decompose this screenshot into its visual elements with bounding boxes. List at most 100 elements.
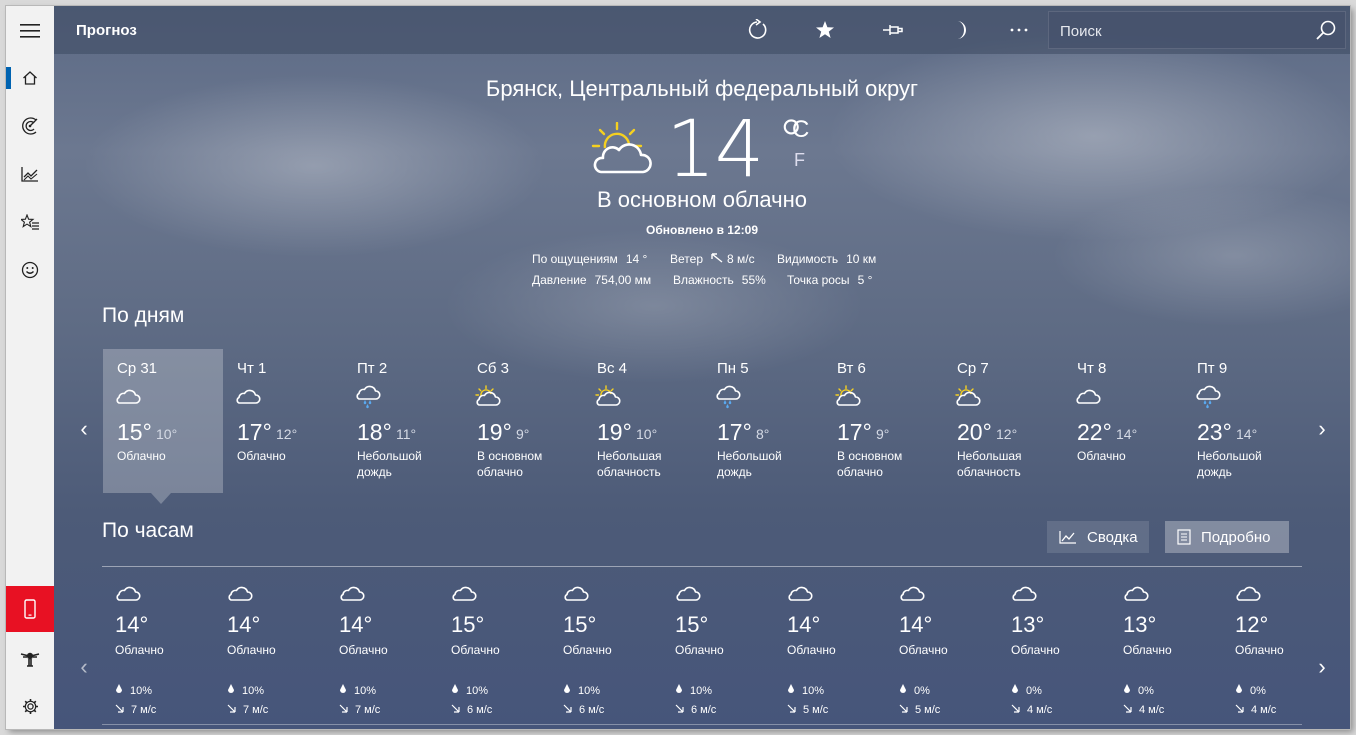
daily-next-chevron-icon[interactable]: › <box>1312 416 1332 442</box>
search-input[interactable] <box>1049 12 1312 50</box>
raindrop-icon <box>564 684 570 693</box>
pin-icon[interactable] <box>878 18 908 42</box>
more-options-icon[interactable] <box>1004 18 1034 42</box>
stat-value: 14 ° <box>625 252 648 266</box>
bottom-divider <box>102 724 1302 725</box>
hour-temp: 15° <box>451 612 485 637</box>
aircraft-radio-icon[interactable] <box>6 635 54 681</box>
cloud-icon <box>451 582 477 607</box>
summary-label: Сводка <box>1087 528 1138 546</box>
hour-precip: 10% <box>227 684 264 697</box>
radar-icon[interactable] <box>6 103 54 149</box>
current-condition: В основном облачно <box>597 187 807 212</box>
day-card[interactable]: Сб 3 19° 9° В основном облачно <box>463 349 583 493</box>
day-card[interactable]: Ср 31 15° 10° Облачно <box>103 349 223 493</box>
phone-app-icon[interactable] <box>6 586 54 632</box>
day-low-temp: 9° <box>516 426 530 442</box>
summary-button[interactable]: Сводка <box>1047 521 1149 553</box>
rain-icon <box>355 385 381 414</box>
day-high-temp: 19° <box>597 419 632 445</box>
day-low-temp: 10° <box>636 426 658 442</box>
hour-precip: 10% <box>675 684 712 697</box>
daily-prev-chevron-icon[interactable]: ‹ <box>74 416 94 442</box>
day-card[interactable]: Ср 7 20° 12° Небольшая облачность <box>943 349 1063 493</box>
wind-direction-icon <box>227 704 236 713</box>
wind-direction-icon <box>115 704 124 713</box>
hour-wind: 7 м/с <box>115 704 156 716</box>
stat-pressure: Давление 754,00 мм <box>532 273 651 287</box>
hour-temp: 13° <box>1123 612 1157 637</box>
stat-label: Видимость <box>777 252 839 266</box>
hour-wind: 6 м/с <box>563 704 604 716</box>
day-card[interactable]: Пн 5 17° 8° Небольшой дождь <box>703 349 823 493</box>
raindrop-icon <box>116 684 122 693</box>
wind-value: 7 м/с <box>243 704 269 716</box>
hourly-section-title: По часам <box>102 519 194 542</box>
raindrop-icon <box>452 684 458 693</box>
hour-precip: 0% <box>1011 684 1042 697</box>
day-card[interactable]: Пт 9 23° 14° Небольшой дождь <box>1183 349 1303 493</box>
day-card[interactable]: Вт 6 17° 9° В основном облачно <box>823 349 943 493</box>
precip-value: 0% <box>1026 685 1042 697</box>
historical-chart-icon[interactable] <box>6 151 54 197</box>
dark-mode-moon-icon[interactable] <box>946 18 976 42</box>
day-description: В основном облачно <box>837 449 903 479</box>
wind-value: 7 м/с <box>131 704 157 716</box>
wind-value: 5 м/с <box>803 704 829 716</box>
hour-description: Облачно <box>1235 643 1284 657</box>
raindrop-icon <box>1012 684 1018 693</box>
day-low-temp: 11° <box>396 426 417 442</box>
sidebar <box>6 6 54 729</box>
precip-value: 10% <box>578 685 601 697</box>
hour-precip: 10% <box>339 684 376 697</box>
hour-description: Облачно <box>451 643 500 657</box>
hour-wind: 5 м/с <box>787 704 828 716</box>
hour-wind: 7 м/с <box>227 704 268 716</box>
hour-precip: 0% <box>1235 684 1266 697</box>
wind-value: 5 м/с <box>915 704 941 716</box>
wind-value: 4 м/с <box>1251 704 1277 716</box>
stat-label: Ветер <box>670 252 703 266</box>
day-card[interactable]: Вс 4 19° 10° Небольшая облачность <box>583 349 703 493</box>
fahrenheit-toggle[interactable]: F <box>794 150 805 171</box>
wind-value: 4 м/с <box>1027 704 1053 716</box>
day-card[interactable]: Чт 1 17° 12° Облачно <box>223 349 343 493</box>
settings-gear-icon[interactable] <box>6 683 54 729</box>
home-icon[interactable] <box>6 55 54 101</box>
hour-item: 15° Облачно 10% 6 м/с <box>439 576 549 726</box>
hour-item: 15° Облачно 10% 6 м/с <box>663 576 773 726</box>
hourly-prev-chevron-icon[interactable]: ‹ <box>74 654 94 680</box>
celsius-toggle[interactable]: C <box>792 116 809 144</box>
precip-value: 10% <box>354 685 377 697</box>
favorites-list-icon[interactable] <box>6 199 54 245</box>
wind-direction-icon <box>711 253 723 263</box>
hour-precip: 10% <box>451 684 488 697</box>
hour-description: Облачно <box>899 643 948 657</box>
hour-wind: 4 м/с <box>1123 704 1164 716</box>
day-description: Облачно <box>237 449 286 463</box>
day-card[interactable]: Пт 2 18° 11° Небольшой дождь <box>343 349 463 493</box>
wind-direction-icon <box>675 704 684 713</box>
smiley-feedback-icon[interactable] <box>6 247 54 293</box>
hour-precip: 0% <box>899 684 930 697</box>
stat-value: 8 м/с <box>727 252 755 266</box>
precip-value: 0% <box>1138 685 1154 697</box>
raindrop-icon <box>676 684 682 693</box>
wind-direction-icon <box>787 704 796 713</box>
hamburger-menu-icon[interactable] <box>6 8 54 54</box>
day-card[interactable]: Чт 8 22° 14° Облачно <box>1063 349 1183 493</box>
day-name: Вс 4 <box>597 360 628 377</box>
favorite-star-icon[interactable] <box>810 18 840 42</box>
precip-value: 0% <box>914 685 930 697</box>
precip-value: 10% <box>130 685 153 697</box>
search-icon[interactable] <box>1315 19 1337 46</box>
detail-label: Подробно <box>1201 528 1271 546</box>
day-name: Чт 8 <box>1077 360 1107 377</box>
day-description: В основном облачно <box>477 449 543 479</box>
refresh-icon[interactable] <box>742 18 772 42</box>
updated-time: Обновлено в 12:09 <box>646 223 758 237</box>
raindrop-icon <box>788 684 794 693</box>
detail-button[interactable]: Подробно <box>1165 521 1289 553</box>
day-description: Небольшая облачность <box>957 449 1022 479</box>
hour-temp: 14° <box>899 612 933 637</box>
